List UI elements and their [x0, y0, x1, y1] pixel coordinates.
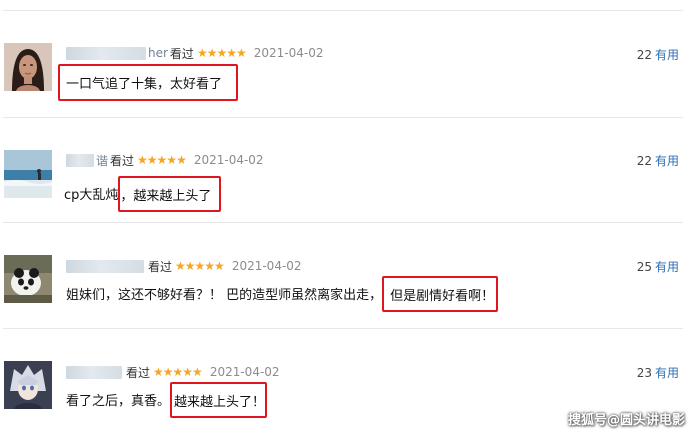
comment-plain: cp大乱炖: [64, 188, 119, 203]
avatar[interactable]: [4, 150, 52, 198]
comment-highlight-box: 越来越上头了！: [170, 382, 268, 418]
blurred-username[interactable]: [66, 46, 146, 60]
useful-count: 23: [636, 366, 652, 380]
blurred-username[interactable]: [66, 153, 94, 167]
useful-count: 22: [636, 48, 652, 62]
divider: [3, 222, 683, 223]
divider: [3, 117, 683, 118]
comment-plain: 看了之后，真香。: [66, 394, 171, 409]
review-date: 2021-04-02: [253, 46, 324, 60]
useful-label[interactable]: 有用: [655, 48, 679, 62]
divider: [3, 10, 683, 11]
rating-stars-icon: ★★★★★: [137, 153, 187, 167]
watermark-text: 搜狐号@圆头讲电影: [567, 413, 685, 428]
useful-count: 22: [636, 154, 652, 168]
watched-label: 看过: [126, 365, 151, 380]
useful-button[interactable]: 25 有用: [637, 258, 679, 275]
useful-label[interactable]: 有用: [655, 366, 679, 380]
review-date: 2021-04-02: [231, 259, 302, 273]
blurred-username[interactable]: [66, 365, 122, 379]
useful-button[interactable]: 22 有用: [637, 46, 679, 63]
avatar[interactable]: [4, 43, 52, 91]
avatar-image: [4, 150, 52, 198]
avatar-image: [4, 361, 52, 409]
watched-label: 看过: [110, 153, 135, 168]
avatar[interactable]: [4, 255, 52, 303]
useful-button[interactable]: 23 有用: [637, 364, 679, 381]
review-date: 2021-04-02: [193, 153, 264, 167]
useful-count: 25: [636, 260, 652, 274]
blurred-username[interactable]: [66, 259, 144, 273]
watched-label: 看过: [148, 259, 173, 274]
comment-highlight-box: ，越来越上头了: [118, 176, 222, 212]
comment-text: cp大乱炖 ，越来越上头了: [64, 176, 222, 212]
rating-stars-icon: ★★★★★: [175, 259, 225, 273]
useful-label[interactable]: 有用: [655, 260, 679, 274]
review-meta: her 看过 ★★★★★ 2021-04-02: [66, 44, 323, 62]
review-meta: 看过 ★★★★★ 2021-04-02: [66, 363, 280, 381]
rating-stars-icon: ★★★★★: [153, 365, 203, 379]
username-tail[interactable]: 谐: [96, 152, 108, 169]
avatar-image: [4, 255, 52, 303]
comment-text: 姐妹们，这还不够好看？！ 巴的造型师虽然离家出走， 但是剧情好看啊！: [66, 276, 499, 312]
username-tail[interactable]: her: [148, 46, 168, 60]
avatar-image: [4, 43, 52, 91]
review-date: 2021-04-02: [209, 365, 280, 379]
divider: [3, 328, 683, 329]
comment-highlight-box: 一口气追了十集，太好看了: [58, 64, 238, 101]
useful-label[interactable]: 有用: [655, 154, 679, 168]
watched-label: 看过: [169, 46, 194, 61]
comment-text: 看了之后，真香。 越来越上头了！: [66, 382, 268, 418]
useful-button[interactable]: 22 有用: [637, 152, 679, 169]
comment-plain: 姐妹们，这还不够好看？！ 巴的造型师虽然离家出走，: [66, 288, 383, 303]
avatar[interactable]: [4, 361, 52, 409]
comment-text: 一口气追了十集，太好看了: [58, 64, 238, 101]
review-meta: 看过 ★★★★★ 2021-04-02: [66, 257, 302, 275]
rating-stars-icon: ★★★★★: [196, 46, 247, 60]
review-meta: 谐 看过 ★★★★★ 2021-04-02: [66, 151, 264, 169]
comment-highlight-box: 但是剧情好看啊！: [382, 276, 499, 312]
